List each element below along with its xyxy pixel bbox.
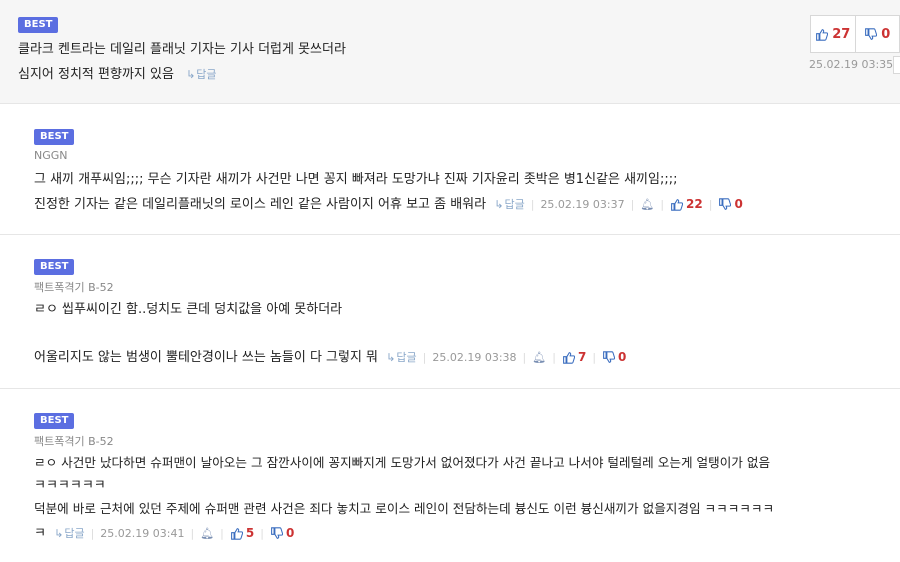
divider: |: [220, 526, 224, 540]
downvote-button[interactable]: 0: [854, 16, 900, 52]
comment-item: BEST 클라크 켄트라는 데일리 플래닛 기자는 기사 더럽게 못쓰더라 심지…: [0, 0, 900, 104]
upvote-button[interactable]: 5: [230, 526, 254, 540]
thumbs-down-icon: [865, 27, 878, 40]
comment-time: 25.02.19 03:35: [809, 58, 894, 71]
best-badge: BEST: [34, 129, 75, 145]
reply-label: 답글: [396, 351, 417, 364]
comment-list: BEST 클라크 켄트라는 데일리 플래닛 기자는 기사 더럽게 못쓰더라 심지…: [0, 0, 900, 562]
comment-item: BEST 팩트폭격기 B-52 ㄹㅇ 씹푸씨이긴 함..덩치도 큰데 덩치값을 …: [0, 235, 900, 389]
comment-meta: ↳답글 | 25.02.19 03:41 | 🔔︎ | 5 | 0: [54, 525, 294, 541]
divider: |: [660, 197, 665, 211]
comment-text-line: 심지어 정치적 편향까지 있음 ↳답글: [18, 63, 217, 82]
best-badge: BEST: [34, 413, 75, 429]
reply-arrow-icon: ↳: [54, 527, 64, 540]
comment-item: BEST 팩트폭격기 B-52 ㄹㅇ 사건만 났다하면 슈퍼맨이 날아오는 그 …: [0, 389, 900, 562]
thumbs-down-icon: [719, 197, 732, 210]
comment-text: 어울리지도 않는 범생이 뿔테안경이나 쓰는 놈들이 다 그렇지 뭐: [34, 350, 379, 365]
best-badge: BEST: [18, 17, 59, 33]
divider: |: [260, 526, 264, 540]
comment-meta: ↳답글 | 25.02.19 03:37 | 🔔︎ | 22 | 0: [494, 196, 743, 212]
thumbs-up-icon: [230, 527, 243, 540]
comment-text: 덕분에 바로 근처에 있던 주제에 슈퍼맨 관련 사건은 죄다 놓치고 로이스 …: [34, 501, 775, 516]
reply-link[interactable]: ↳답글: [386, 349, 416, 365]
divider: |: [552, 350, 556, 364]
upvote-button[interactable]: 27: [811, 16, 855, 52]
divider: |: [630, 197, 635, 211]
upvote-count: 7: [577, 350, 587, 364]
thumbs-up-icon: [563, 351, 575, 364]
thumbs-down-icon: [271, 526, 283, 539]
comment-text-line: 진정한 기자는 같은 데일리플래닛의 로이스 레인 같은 사람이지 어휴 보고 …: [34, 193, 743, 212]
comment-author[interactable]: 팩트폭격기 B-52: [34, 433, 114, 449]
best-badge: BEST: [34, 259, 75, 275]
comment-time: 25.02.19 03:38: [432, 350, 517, 364]
upvote-count: 27: [832, 26, 851, 42]
bell-icon[interactable]: 🔔︎: [640, 198, 654, 211]
comment-time: 25.02.19 03:37: [540, 197, 625, 211]
downvote-button[interactable]: 0: [602, 350, 626, 364]
reply-arrow-icon: ↳: [386, 351, 396, 364]
comment-text: ㅋ: [34, 526, 46, 541]
divider: |: [530, 197, 535, 211]
divider: |: [190, 526, 195, 540]
comment-text-line: 어울리지도 않는 범생이 뿔테안경이나 쓰는 놈들이 다 그렇지 뭐 ↳답글 |…: [34, 346, 626, 365]
comment-text: ㄹㅇ 사건만 났다하면 슈퍼맨이 날아오는 그 잠깐사이에 꽁지빠지게 도망가서…: [34, 455, 771, 470]
divider: |: [422, 350, 427, 364]
bell-icon[interactable]: 🔔︎: [200, 527, 214, 540]
upvote-count: 22: [686, 197, 703, 211]
upvote-button[interactable]: 22: [670, 197, 703, 211]
vote-box: 27 0: [810, 15, 900, 53]
comment-text: 진정한 기자는 같은 데일리플래닛의 로이스 레인 같은 사람이지 어휴 보고 …: [34, 197, 487, 212]
comment-author[interactable]: 팩트폭격기 B-52: [34, 279, 114, 295]
bell-icon[interactable]: 🔔︎: [532, 351, 546, 364]
thumbs-down-icon: [603, 350, 616, 363]
thumbs-up-icon: [671, 198, 684, 211]
comment-meta: ↳답글 | 25.02.19 03:38 | 🔔︎ | 7 | 0: [386, 349, 626, 365]
report-button-edge[interactable]: [893, 56, 900, 74]
reply-arrow-icon: ↳: [494, 198, 504, 211]
reply-link[interactable]: ↳답글: [186, 68, 216, 81]
divider: |: [90, 526, 95, 540]
downvote-button[interactable]: 0: [718, 197, 743, 211]
divider: |: [522, 350, 527, 364]
comment-text-line: ㅋ ↳답글 | 25.02.19 03:41 | 🔔︎ | 5 | 0: [34, 522, 294, 541]
downvote-count: 0: [285, 526, 295, 540]
thumbs-up-icon: [816, 28, 829, 41]
downvote-count: 0: [618, 350, 627, 364]
reply-label: 답글: [504, 198, 525, 211]
reply-arrow-icon: ↳: [186, 68, 196, 81]
downvote-button[interactable]: 0: [270, 526, 294, 540]
reply-label: 답글: [196, 68, 217, 81]
reply-label: 답글: [64, 527, 85, 540]
comment-text: ㄹㅇ 씹푸씨이긴 함..덩치도 큰데 덩치값을 아예 못하더라: [34, 302, 343, 317]
reply-link[interactable]: ↳답글: [494, 196, 524, 212]
upvote-button[interactable]: 7: [562, 350, 586, 364]
downvote-count: 0: [734, 197, 743, 211]
comment-text: 심지어 정치적 편향까지 있음: [18, 67, 174, 82]
comment-text: ㅋㅋㅋㅋㅋㅋ: [34, 478, 106, 493]
divider: |: [592, 350, 597, 364]
comment-author[interactable]: NGGN: [34, 149, 68, 162]
comment-text: 그 새끼 개푸씨임;;;; 무슨 기자란 새끼가 사건만 나면 꽁지 빠져라 도…: [34, 172, 678, 187]
comment-item: BEST NGGN 그 새끼 개푸씨임;;;; 무슨 기자란 새끼가 사건만 나…: [0, 104, 900, 235]
upvote-count: 5: [245, 526, 255, 540]
reply-link[interactable]: ↳답글: [54, 525, 84, 541]
downvote-count: 0: [881, 26, 891, 42]
divider: |: [708, 197, 713, 211]
comment-text: 클라크 켄트라는 데일리 플래닛 기자는 기사 더럽게 못쓰더라: [18, 42, 346, 57]
comment-time: 25.02.19 03:41: [100, 526, 185, 540]
